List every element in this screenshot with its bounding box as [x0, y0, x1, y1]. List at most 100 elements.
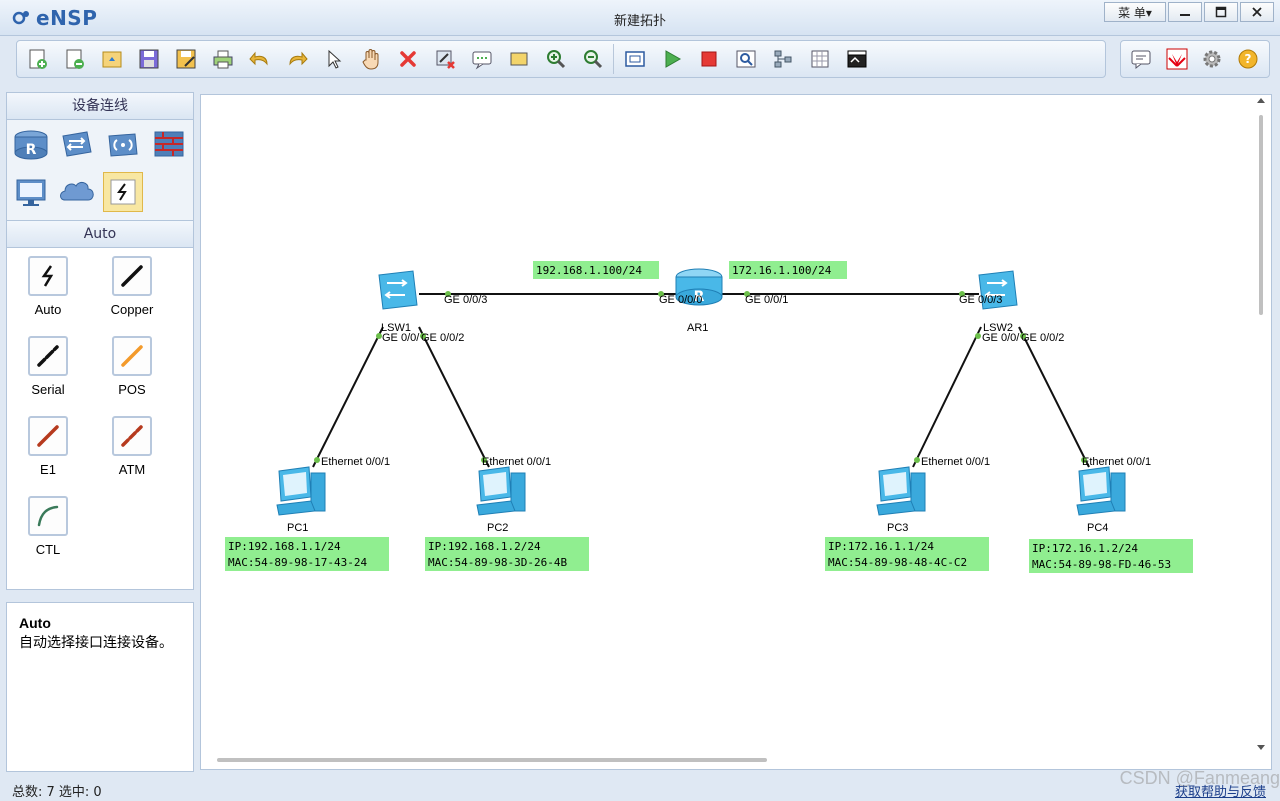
capture-icon	[736, 50, 756, 68]
topology-icon	[774, 50, 792, 68]
cable-label: CTL	[35, 542, 61, 557]
close-button[interactable]	[1240, 2, 1274, 22]
pc2-mac[interactable]: MAC:54-89-98-3D-26-4B	[428, 556, 567, 569]
pc3-ip[interactable]: IP:172.16.1.1/24	[828, 540, 934, 553]
pc3-mac[interactable]: MAC:54-89-98-48-4C-C2	[828, 556, 967, 569]
cable-pos[interactable]: POS	[97, 336, 167, 397]
zoom-out-button[interactable]	[578, 44, 608, 74]
new-example-icon	[66, 49, 84, 69]
link-lsw2-pc4[interactable]	[1018, 326, 1090, 468]
firewall-category[interactable]	[149, 124, 189, 164]
pc4[interactable]	[1076, 466, 1126, 516]
switch-category[interactable]	[57, 124, 97, 164]
horizontal-scroll-thumb[interactable]	[217, 758, 767, 762]
new-example-button[interactable]	[60, 44, 90, 74]
window-title: 新建拓扑	[613, 14, 666, 29]
vertical-scroll-thumb[interactable]	[1259, 115, 1263, 315]
cloud-category[interactable]	[57, 172, 97, 212]
pc2-ip[interactable]: IP:192.168.1.2/24	[428, 540, 541, 553]
link-lsw1-pc1[interactable]	[312, 326, 384, 468]
wireless-category[interactable]	[103, 124, 143, 164]
start-device-icon	[665, 50, 682, 68]
open-button[interactable]	[97, 44, 127, 74]
ip-label-ar1-right[interactable]: 172.16.1.100/24	[732, 264, 832, 277]
port-label: Ethernet 0/0/1	[482, 456, 551, 468]
rectangle-icon	[510, 52, 528, 66]
console-button[interactable]	[842, 44, 872, 74]
fit-icon	[625, 51, 645, 67]
pc4-ip[interactable]: IP:172.16.1.2/24	[1032, 542, 1138, 555]
e1-cable-icon	[37, 425, 59, 447]
topology-button[interactable]	[768, 44, 798, 74]
maximize-button[interactable]	[1204, 2, 1238, 22]
cable-copper[interactable]: Copper	[97, 256, 167, 317]
undo-button[interactable]	[245, 44, 275, 74]
cable-serial[interactable]: Serial	[13, 336, 83, 397]
rectangle-button[interactable]	[504, 44, 534, 74]
text-button[interactable]	[467, 44, 497, 74]
link-lsw2-pc3[interactable]	[912, 326, 982, 468]
connection-category[interactable]	[103, 172, 143, 212]
redo-icon	[289, 51, 308, 66]
port-dot	[975, 333, 981, 339]
pc1-ip[interactable]: IP:192.168.1.1/24	[228, 540, 341, 553]
cable-label: Auto	[34, 302, 62, 317]
ip-label-ar1-left[interactable]: 192.168.1.100/24	[536, 264, 642, 277]
pc1[interactable]	[276, 466, 326, 516]
start-device-button[interactable]	[657, 44, 687, 74]
cable-e1[interactable]: E1	[13, 416, 83, 477]
capture-button[interactable]	[731, 44, 761, 74]
save-as-button[interactable]	[171, 44, 201, 74]
device-panel-header: 设备连线	[6, 92, 194, 120]
port-label: Ethernet 0/0/1	[921, 456, 990, 468]
pan-button[interactable]	[356, 44, 386, 74]
minimize-button[interactable]	[1168, 2, 1202, 22]
new-topology-button[interactable]	[23, 44, 53, 74]
switch-lsw1[interactable]	[378, 270, 418, 310]
router-category[interactable]: R	[11, 124, 51, 164]
scroll-up-icon[interactable]	[1257, 98, 1265, 103]
help-button[interactable]: ?	[1234, 44, 1263, 74]
pc-category[interactable]	[11, 172, 51, 212]
grid-button[interactable]	[805, 44, 835, 74]
link-lsw1-pc2[interactable]	[418, 326, 490, 468]
save-as-icon	[176, 49, 196, 69]
stop-device-button[interactable]	[694, 44, 724, 74]
select-button[interactable]	[319, 44, 349, 74]
cable-atm[interactable]: ATM	[97, 416, 167, 477]
delete-button[interactable]	[393, 44, 423, 74]
pc1-mac[interactable]: MAC:54-89-98-17-43-24	[228, 556, 367, 569]
device-category-list: R	[6, 120, 194, 220]
chat-button[interactable]	[1127, 44, 1156, 74]
description-title: Auto	[19, 615, 51, 631]
menu-button[interactable]: 菜 单▾	[1104, 2, 1166, 22]
console-icon	[847, 50, 867, 68]
huawei-button[interactable]	[1163, 44, 1192, 74]
svg-text:R: R	[26, 142, 37, 158]
redo-button[interactable]	[282, 44, 312, 74]
port-label: GE 0/0/0	[659, 294, 702, 306]
topology-canvas[interactable]: R 192.168.1.100/24 172.16.1.100/24 GE 0/…	[200, 94, 1272, 770]
scroll-down-icon[interactable]	[1257, 745, 1265, 750]
left-panel: 设备连线 R Auto Auto Copper Serial POS E1 AT…	[6, 92, 194, 772]
pc4-mac[interactable]: MAC:54-89-98-FD-46-53	[1032, 558, 1171, 571]
cable-label: E1	[40, 462, 56, 477]
cable-auto[interactable]: Auto	[13, 256, 83, 317]
delete-link-button[interactable]	[430, 44, 460, 74]
pc3[interactable]	[876, 466, 926, 516]
cloud-icon	[60, 181, 94, 201]
vertical-scrollbar[interactable]	[1255, 95, 1267, 755]
settings-button[interactable]	[1198, 44, 1227, 74]
save-button[interactable]	[134, 44, 164, 74]
select-icon	[328, 49, 342, 69]
cable-ctl[interactable]: CTL	[13, 496, 83, 557]
delete-link-icon	[436, 50, 455, 69]
fit-button[interactable]	[620, 44, 650, 74]
watermark: CSDN @Fanmeang	[1119, 768, 1280, 788]
help-icon: ?	[1238, 49, 1258, 69]
print-button[interactable]	[208, 44, 238, 74]
pc2[interactable]	[476, 466, 526, 516]
zoom-in-button[interactable]	[541, 44, 571, 74]
stop-device-icon	[701, 51, 717, 67]
horizontal-scrollbar[interactable]	[211, 755, 1251, 765]
